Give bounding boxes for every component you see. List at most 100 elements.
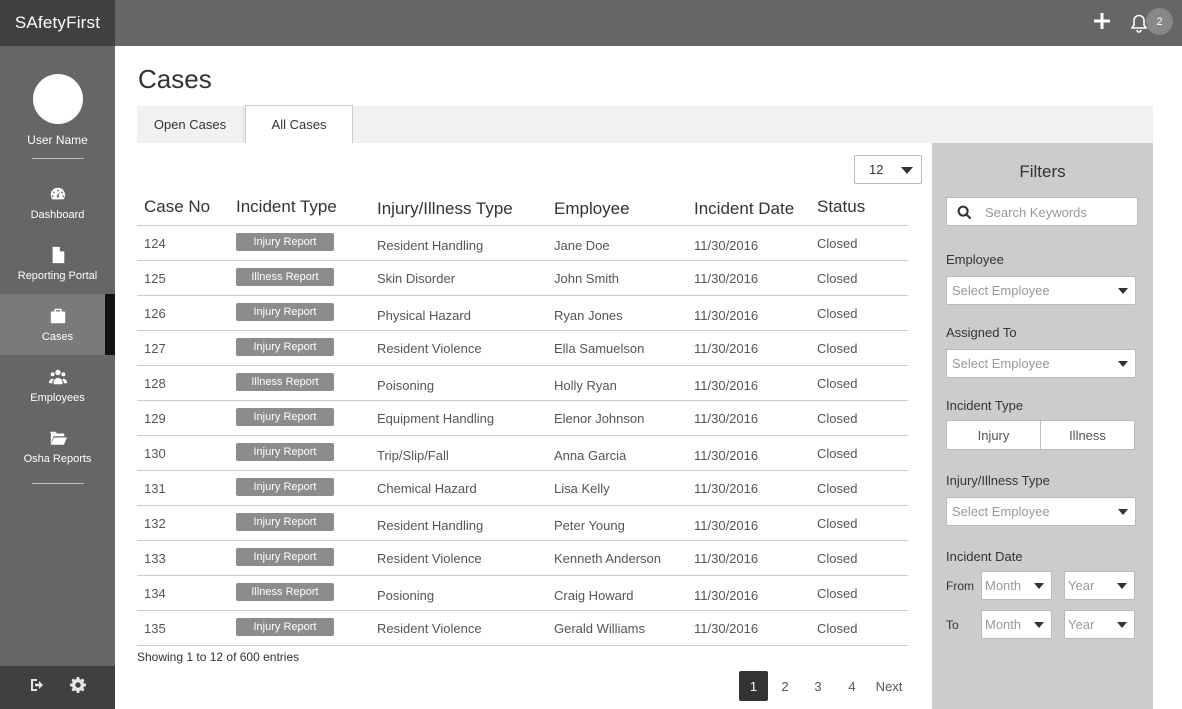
employee-cell: Ryan Jones xyxy=(554,308,623,323)
incident-type-illness-option[interactable]: Illness xyxy=(1040,421,1134,449)
status-cell: Closed xyxy=(817,481,858,496)
sidebar-item-dashboard[interactable]: Dashboard xyxy=(0,172,115,233)
incident-type-badge: Illness Report xyxy=(236,373,334,391)
search-input[interactable] xyxy=(985,202,1130,222)
table-row[interactable]: 124 Resident Handling Jane Doe 11/30/2016 Cl… xyxy=(137,226,908,261)
status-cell: Closed xyxy=(817,376,858,391)
sidebar-footer xyxy=(0,666,115,709)
sidebar-item-reporting-portal[interactable]: Reporting Portal xyxy=(0,233,115,294)
status-cell: Closed xyxy=(817,306,858,321)
logout-icon[interactable] xyxy=(29,677,45,698)
caret-down-icon xyxy=(1118,361,1128,367)
search-icon xyxy=(957,205,972,220)
incident-date-cell: 11/30/2016 xyxy=(694,518,759,533)
case-number-cell: 133 xyxy=(144,551,166,566)
table-header: Case No Incident Type Injury/Illness Typ… xyxy=(137,190,908,226)
table-row[interactable]: 134 Posioning Craig Howard 11/30/2016 Closed… xyxy=(137,576,908,611)
cases-table: Case No Incident Type Injury/Illness Typ… xyxy=(137,190,908,646)
keyword-search xyxy=(946,197,1138,226)
injury-illness-type-cell: Chemical Hazard xyxy=(377,481,477,496)
case-number-cell: 128 xyxy=(144,376,166,391)
table-row[interactable]: 135 Resident Violence Gerald Williams 11/30… xyxy=(137,611,908,646)
page-button-4[interactable]: 4 xyxy=(840,671,864,701)
status-cell: Closed xyxy=(817,446,858,461)
employee-select-value: Select Employee xyxy=(952,283,1050,298)
incident-date-cell: 11/30/2016 xyxy=(694,411,759,426)
dashboard-icon xyxy=(48,184,68,204)
table-row[interactable]: 132 Resident Handling Peter Young 11/30/201… xyxy=(137,506,908,541)
sidebar-divider xyxy=(31,483,84,484)
table-row[interactable]: 131 Chemical Hazard Lisa Kelly 11/30/2016 Cl… xyxy=(137,471,908,506)
injury-illness-type-select-value: Select Employee xyxy=(952,504,1050,519)
incident-type-badge: Illness Report xyxy=(236,268,334,286)
table-row[interactable]: 133 Resident Violence Kenneth Anderson 11/3… xyxy=(137,541,908,576)
table-row[interactable]: 126 Physical Hazard Ryan Jones 11/30/2016 Cl… xyxy=(137,296,908,331)
page-button-3[interactable]: 3 xyxy=(806,671,830,701)
page-button-1[interactable]: 1 xyxy=(739,671,768,701)
sidebar-item-label: Dashboard xyxy=(30,209,85,221)
incident-date-cell: 11/30/2016 xyxy=(694,481,759,496)
from-month-value: Month xyxy=(985,578,1022,593)
sidebar-item-employees[interactable]: Employees xyxy=(0,355,115,416)
incident-type-badge: Injury Report xyxy=(236,618,334,636)
employee-cell: Holly Ryan xyxy=(554,378,617,393)
avatar[interactable] xyxy=(32,74,83,124)
page-title: Cases xyxy=(138,64,212,94)
injury-illness-type-cell: Poisoning xyxy=(377,378,435,393)
column-header-employee[interactable]: Employee xyxy=(554,199,630,219)
employee-cell: John Smith xyxy=(554,271,620,286)
page-button-2[interactable]: 2 xyxy=(773,671,797,701)
incident-type-badge: Injury Report xyxy=(236,478,334,496)
tab-open-cases[interactable]: Open Cases xyxy=(137,106,244,143)
employee-select[interactable]: Select Employee xyxy=(946,276,1136,305)
case-tabs: Open Cases All Cases xyxy=(137,105,1153,143)
column-header-incident-type[interactable]: Incident Type xyxy=(236,197,337,217)
status-cell: Closed xyxy=(817,341,858,356)
sidebar-item-label: Reporting Portal xyxy=(17,270,98,282)
from-year-select[interactable]: Year xyxy=(1064,571,1135,600)
briefcase-icon xyxy=(48,306,68,326)
injury-illness-type-cell: Resident Handling xyxy=(377,238,484,253)
settings-gear-icon[interactable] xyxy=(70,677,87,698)
table-row[interactable]: 130 Trip/Slip/Fall Anna Garcia 11/30/2016 Cl… xyxy=(137,436,908,471)
next-page-button[interactable]: Next xyxy=(870,671,908,701)
sidebar-divider xyxy=(31,158,84,159)
incident-type-injury-option[interactable]: Injury xyxy=(947,421,1040,449)
employee-cell: Jane Doe xyxy=(554,238,610,253)
employee-cell: Peter Young xyxy=(554,518,625,533)
case-number-cell: 134 xyxy=(144,586,166,601)
user-name: User Name xyxy=(27,133,88,147)
incident-type-badge: Injury Report xyxy=(236,338,334,356)
case-number-cell: 127 xyxy=(144,341,166,356)
assigned-to-select[interactable]: Select Employee xyxy=(946,349,1136,378)
column-header-case-no[interactable]: Case No xyxy=(144,197,210,217)
to-year-value: Year xyxy=(1068,617,1095,632)
add-icon[interactable] xyxy=(1093,12,1111,30)
to-year-select[interactable]: Year xyxy=(1064,610,1135,639)
incident-type-badge: Illness Report xyxy=(236,583,334,601)
page-size-select[interactable]: 12 xyxy=(854,155,922,184)
table-row[interactable]: 127 Resident Violence Ella Samuelson 11/30/… xyxy=(137,331,908,366)
injury-illness-type-cell: Physical Hazard xyxy=(377,308,471,323)
to-month-select[interactable]: Month xyxy=(981,610,1052,639)
injury-illness-type-cell: Resident Violence xyxy=(377,551,482,566)
notification-count-badge[interactable]: 2 xyxy=(1146,8,1173,35)
case-number-cell: 129 xyxy=(144,411,166,426)
table-row[interactable]: 125 Skin Disorder John Smith 11/30/2016 Clos… xyxy=(137,261,908,296)
table-row[interactable]: 128 Poisoning Holly Ryan 11/30/2016 Closed Il… xyxy=(137,366,908,401)
status-cell: Closed xyxy=(817,551,858,566)
injury-illness-type-cell: Trip/Slip/Fall xyxy=(377,448,449,463)
column-header-incident-date[interactable]: Incident Date xyxy=(694,199,794,219)
table-body: 124 Resident Handling Jane Doe 11/30/2016 Cl… xyxy=(137,226,908,646)
injury-illness-type-select[interactable]: Select Employee xyxy=(946,497,1136,526)
sidebar-item-osha-reports[interactable]: Osha Reports xyxy=(0,416,115,477)
from-month-select[interactable]: Month xyxy=(981,571,1052,600)
column-header-status[interactable]: Status xyxy=(817,197,865,217)
sidebar-item-cases[interactable]: Cases xyxy=(0,294,115,355)
column-header-injury-illness-type[interactable]: Injury/Illness Type xyxy=(377,199,513,219)
tab-all-cases[interactable]: All Cases xyxy=(245,105,353,143)
incident-date-cell: 11/30/2016 xyxy=(694,621,759,636)
case-number-cell: 125 xyxy=(144,271,166,286)
table-row[interactable]: 129 Equipment Handling Elenor Johnson 11/30… xyxy=(137,401,908,436)
incident-type-badge: Injury Report xyxy=(236,408,334,426)
